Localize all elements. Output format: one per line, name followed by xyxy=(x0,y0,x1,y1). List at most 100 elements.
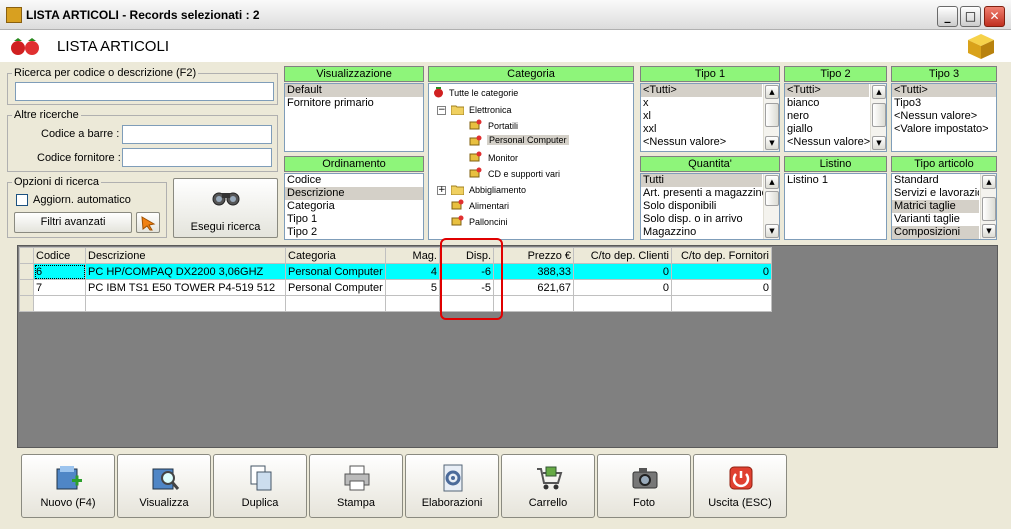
duplicate-button[interactable]: Duplica xyxy=(213,454,307,518)
table-cell[interactable]: PC IBM TS1 E50 TOWER P4-519 512 xyxy=(85,279,286,296)
table-cell[interactable]: 621,67 xyxy=(493,279,574,296)
list-item[interactable]: Tipo3 xyxy=(892,97,996,110)
list-item[interactable]: Default xyxy=(285,84,423,97)
table-cell[interactable]: PC HP/COMPAQ DX2200 3,06GHZ xyxy=(85,263,286,280)
maximize-button[interactable]: □ xyxy=(960,6,981,27)
listino-list[interactable]: Listino 1 xyxy=(784,173,887,240)
table-cell[interactable] xyxy=(493,295,574,312)
list-item[interactable]: xxl xyxy=(641,123,779,136)
column-header[interactable]: Codice xyxy=(33,247,86,264)
table-cell[interactable]: 4 xyxy=(385,263,440,280)
close-button[interactable]: ✕ xyxy=(984,6,1005,27)
tree-node-portatili[interactable]: Portatili xyxy=(488,121,518,131)
list-item[interactable]: Solo disponibili xyxy=(641,200,779,213)
tree-node-personal-computer[interactable]: Personal Computer xyxy=(487,135,569,145)
list-item[interactable]: <Tutti> xyxy=(785,84,869,97)
list-item[interactable]: <Nessun valore> xyxy=(892,110,996,123)
scroll-down-arrow-icon[interactable]: ▼ xyxy=(872,136,886,150)
table-cell[interactable]: Personal Computer xyxy=(285,279,386,296)
tree-node-alimentari[interactable]: Alimentari xyxy=(469,201,509,211)
table-cell[interactable]: Personal Computer xyxy=(285,263,386,280)
list-item[interactable]: Standard xyxy=(892,174,979,187)
table-row[interactable]: 6 PC HP/COMPAQ DX2200 3,06GHZ Personal C… xyxy=(19,263,772,280)
articles-table[interactable]: Codice Descrizione Categoria Mag. Disp. … xyxy=(19,247,772,312)
processing-button[interactable]: Elaborazioni xyxy=(405,454,499,518)
tree-node-root[interactable]: Tutte le categorie xyxy=(449,88,518,98)
list-item[interactable]: Descrizione xyxy=(285,187,423,200)
list-item[interactable]: Magazzino xyxy=(641,226,779,239)
table-cell[interactable] xyxy=(671,295,772,312)
collapse-toggle[interactable]: − xyxy=(437,106,446,115)
execute-search-button[interactable]: Esegui ricerca xyxy=(173,178,278,238)
tipo3-list[interactable]: <Tutti> Tipo3 <Nessun valore> <Valore im… xyxy=(891,83,997,152)
table-cell[interactable]: 0 xyxy=(573,279,672,296)
category-tree[interactable]: Tutte le categorie − Elettronica Portati… xyxy=(428,83,634,240)
list-item[interactable]: Tutti xyxy=(641,174,762,187)
table-cell[interactable] xyxy=(85,295,286,312)
table-cell[interactable]: 0 xyxy=(671,263,772,280)
scroll-up-arrow-icon[interactable]: ▲ xyxy=(765,85,779,99)
tree-node-monitor[interactable]: Monitor xyxy=(488,153,518,163)
tree-node-cd[interactable]: CD e supporti vari xyxy=(488,169,560,179)
table-cell[interactable]: 7 xyxy=(33,279,86,296)
view-button[interactable]: Visualizza xyxy=(117,454,211,518)
column-header[interactable]: C/to dep. Clienti xyxy=(573,247,672,264)
list-item[interactable]: Fornitore primario xyxy=(285,97,423,110)
cart-button[interactable]: Carrello xyxy=(501,454,595,518)
table-cell[interactable] xyxy=(285,295,386,312)
list-item[interactable]: <Tutti> xyxy=(892,84,996,97)
table-row[interactable]: 7 PC IBM TS1 E50 TOWER P4-519 512 Person… xyxy=(19,279,772,296)
search-input[interactable] xyxy=(15,82,274,101)
scrollbar[interactable]: ▲ ▼ xyxy=(980,174,996,239)
advanced-filters-button[interactable]: Filtri avanzati xyxy=(14,212,132,233)
table-cell[interactable]: 5 xyxy=(385,279,440,296)
list-item[interactable]: <Tutti> xyxy=(641,84,762,97)
table-row-empty[interactable] xyxy=(19,295,772,312)
table-cell[interactable]: 0 xyxy=(573,263,672,280)
column-header[interactable]: Descrizione xyxy=(85,247,286,264)
column-header[interactable]: Prezzo € xyxy=(493,247,574,264)
column-header[interactable]: C/to dep. Fornitori xyxy=(671,247,772,264)
minimize-button[interactable]: _ xyxy=(937,6,958,27)
tree-node-palloncini[interactable]: Palloncini xyxy=(469,217,508,227)
table-cell[interactable] xyxy=(573,295,672,312)
list-item[interactable]: Solo disp. o in arrivo xyxy=(641,213,779,226)
new-button[interactable]: Nuovo (F4) xyxy=(21,454,115,518)
scroll-up-arrow-icon[interactable]: ▲ xyxy=(765,175,779,189)
scroll-down-arrow-icon[interactable]: ▼ xyxy=(765,136,779,150)
scroll-thumb[interactable] xyxy=(765,103,779,127)
table-cell[interactable] xyxy=(33,295,86,312)
tipo-articolo-list[interactable]: Standard Servizi e lavorazio Matrici tag… xyxy=(891,173,997,240)
table-cell[interactable]: 6 xyxy=(33,263,86,280)
scroll-thumb[interactable] xyxy=(872,103,886,127)
column-header[interactable]: Mag. xyxy=(385,247,440,264)
list-item[interactable]: Listino 1 xyxy=(785,174,886,187)
photo-button[interactable]: Foto xyxy=(597,454,691,518)
scrollbar[interactable]: ▲ ▼ xyxy=(763,84,779,151)
list-item[interactable]: x xyxy=(641,97,779,110)
articles-grid[interactable]: Codice Descrizione Categoria Mag. Disp. … xyxy=(17,245,998,448)
list-item[interactable]: Matrici taglie xyxy=(892,200,979,213)
table-cell[interactable]: 0 xyxy=(671,279,772,296)
table-cell[interactable] xyxy=(385,295,440,312)
list-item[interactable]: Tipo 2 xyxy=(285,226,423,239)
auto-update-checkbox[interactable] xyxy=(16,194,28,206)
list-item[interactable]: Tipo 1 xyxy=(285,213,423,226)
scroll-down-arrow-icon[interactable]: ▼ xyxy=(765,224,779,238)
scroll-up-arrow-icon[interactable]: ▲ xyxy=(872,85,886,99)
list-item[interactable]: Composizioni xyxy=(892,226,979,239)
list-item[interactable]: Categoria xyxy=(285,200,423,213)
tipo2-list[interactable]: <Tutti> bianco nero giallo <Nessun valor… xyxy=(784,83,887,152)
visualizzazione-list[interactable]: Default Fornitore primario xyxy=(284,83,424,152)
expand-toggle[interactable]: + xyxy=(437,186,446,195)
list-item[interactable]: <Nessun valore> xyxy=(641,136,779,149)
column-header[interactable]: Categoria xyxy=(285,247,386,264)
list-item[interactable]: Art. presenti a magazzino xyxy=(641,187,779,200)
print-button[interactable]: Stampa xyxy=(309,454,403,518)
list-item[interactable]: Varianti taglie xyxy=(892,213,979,226)
list-item[interactable]: xl xyxy=(641,110,779,123)
list-item[interactable]: <Valore impostato> xyxy=(892,123,996,136)
filter-arrow-button[interactable] xyxy=(136,212,160,233)
ordinamento-list[interactable]: Codice Descrizione Categoria Tipo 1 Tipo… xyxy=(284,173,424,240)
scroll-thumb[interactable] xyxy=(765,191,779,206)
